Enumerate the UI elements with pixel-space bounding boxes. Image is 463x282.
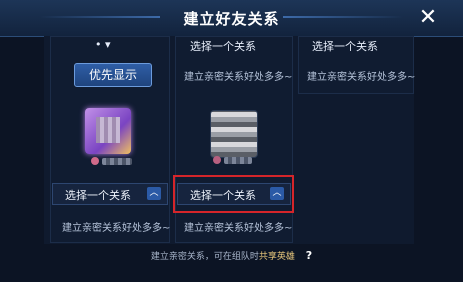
dialog-title: 建立好友关系 (183, 10, 280, 28)
select-relationship-left[interactable]: 选择一个关系 ︿ (52, 183, 168, 205)
slot-hint-left: 建立亲密关系好处多多~ (62, 223, 171, 234)
top-right-hint: 建立亲密关系好处多多~ (307, 72, 416, 83)
top-right-select[interactable]: 选择一个关系 (312, 38, 378, 54)
footer-accent: 共享英雄 (258, 252, 295, 262)
top-mid-select[interactable]: 选择一个关系 (190, 38, 256, 54)
help-icon[interactable]: ? (306, 249, 312, 262)
close-icon[interactable]: ✕ (415, 6, 441, 30)
dialog-header: 建立好友关系 ✕ (0, 0, 463, 37)
chevron-up-icon: ︿ (147, 187, 161, 200)
friend-name-blurred (102, 158, 132, 165)
footer-note: 建立亲密关系，可在组队时共享英雄 ? (0, 249, 463, 262)
gender-tag-icon (91, 157, 99, 165)
footer-text: 建立亲密关系，可在组队时 (150, 252, 259, 262)
friend-avatar-mid[interactable] (210, 110, 258, 158)
gender-tag-icon (213, 156, 221, 164)
highlight-box (173, 175, 294, 213)
priority-display-button[interactable]: 优先显示 (74, 63, 152, 87)
slot-hint-mid: 建立亲密关系好处多多~ (184, 223, 293, 234)
friend-name-blurred (224, 157, 252, 164)
select-label: 选择一个关系 (65, 189, 131, 202)
top-left-fragment: • ▾ (95, 38, 111, 51)
top-mid-hint: 建立亲密关系好处多多~ (184, 72, 293, 83)
friend-avatar-left[interactable] (85, 108, 131, 154)
avatar-blur (96, 117, 120, 143)
